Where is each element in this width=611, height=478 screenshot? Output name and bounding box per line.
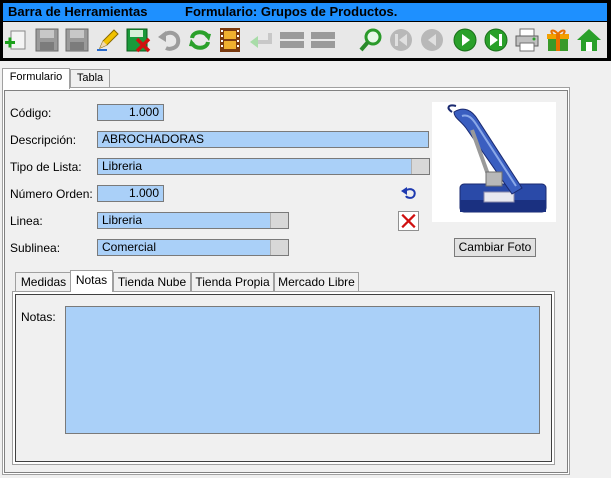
printer-icon: [515, 28, 539, 52]
undo-button[interactable]: [154, 25, 184, 55]
tipo-lista-value: Libreria: [102, 159, 143, 173]
film-button[interactable]: [215, 25, 245, 55]
prev-icon: [421, 29, 443, 51]
gift-button[interactable]: [543, 25, 573, 55]
delete-save-button[interactable]: [123, 25, 153, 55]
notas-label: Notas:: [21, 310, 56, 324]
list-icon: [280, 32, 304, 48]
undo-icon: [158, 30, 181, 51]
edit-button[interactable]: [93, 25, 123, 55]
home-button[interactable]: [574, 25, 604, 55]
list2-button[interactable]: [308, 25, 338, 55]
refresh-button[interactable]: [185, 25, 215, 55]
tipo-lista-select[interactable]: Libreria: [97, 158, 430, 175]
delete-photo-button[interactable]: [398, 211, 419, 231]
tab-tabla[interactable]: Tabla: [70, 69, 110, 88]
change-photo-button[interactable]: Cambiar Foto: [454, 238, 536, 257]
add-button[interactable]: [1, 25, 31, 55]
form-title: Formulario: Grupos de Productos.: [185, 4, 398, 19]
save-icon: [35, 28, 59, 52]
linea-value: Libreria: [102, 213, 143, 227]
numero-orden-label: Número Orden:: [10, 187, 93, 201]
undo-arrow-icon: [401, 187, 416, 199]
first-icon: [390, 29, 412, 51]
stapler-image: [447, 104, 547, 213]
refresh-icon: [189, 30, 211, 50]
save-as-button[interactable]: [62, 25, 92, 55]
sublinea-label: Sublinea:: [10, 241, 61, 255]
add-icon: [5, 30, 26, 50]
numero-orden-field[interactable]: 1.000: [97, 185, 164, 202]
list-button[interactable]: [277, 25, 307, 55]
codigo-field[interactable]: 1.000: [97, 104, 164, 121]
print-button[interactable]: [512, 25, 542, 55]
edit-icon: [97, 29, 119, 51]
toolbar-title: Barra de Herramientas: [8, 4, 148, 19]
subtab-mercado-libre[interactable]: Mercado Libre: [274, 272, 359, 291]
search-icon: [359, 28, 382, 52]
next-record-button[interactable]: [450, 25, 480, 55]
linea-select[interactable]: Libreria: [97, 212, 289, 229]
toolbar-title-bar: Barra de Herramientas Formulario: Grupos…: [3, 3, 607, 21]
first-record-button[interactable]: [386, 25, 416, 55]
gift-icon: [547, 29, 569, 51]
film-icon: [220, 28, 240, 52]
save-button[interactable]: [32, 25, 62, 55]
chevron-down-icon[interactable]: [270, 213, 288, 228]
previous-record-button[interactable]: [417, 25, 447, 55]
linea-label: Linea:: [10, 214, 43, 228]
descripcion-field[interactable]: ABROCHADORAS: [97, 131, 429, 148]
tipo-lista-label: Tipo de Lista:: [10, 160, 82, 174]
close-icon: [401, 213, 416, 229]
subtab-tienda-propia[interactable]: Tienda Propia: [191, 272, 274, 291]
subtab-medidas[interactable]: Medidas: [15, 272, 72, 291]
delete-save-icon: [126, 28, 151, 53]
descripcion-label: Descripción:: [10, 133, 77, 147]
codigo-label: Código:: [10, 106, 52, 120]
undo-small-button[interactable]: [399, 185, 419, 201]
list2-icon: [311, 32, 335, 48]
next-icon: [453, 28, 477, 52]
save-as-icon: [65, 28, 89, 52]
product-photo: [432, 102, 556, 222]
back-arrow-icon: [250, 33, 272, 48]
last-icon: [484, 28, 508, 52]
toolbar-strip: [3, 22, 607, 58]
back-arrow-button[interactable]: [246, 25, 276, 55]
tab-formulario[interactable]: Formulario: [2, 68, 70, 89]
notas-textarea[interactable]: [65, 306, 540, 434]
home-icon: [577, 29, 601, 51]
sublinea-value: Comercial: [102, 240, 157, 254]
subtab-tienda-nube[interactable]: Tienda Nube: [113, 272, 191, 291]
last-record-button[interactable]: [481, 25, 511, 55]
subtab-notas[interactable]: Notas: [70, 270, 113, 292]
chevron-down-icon[interactable]: [270, 240, 288, 255]
right-strip: [570, 61, 611, 478]
chevron-down-icon[interactable]: [411, 159, 429, 174]
search-button[interactable]: [356, 25, 386, 55]
sublinea-select[interactable]: Comercial: [97, 239, 289, 256]
